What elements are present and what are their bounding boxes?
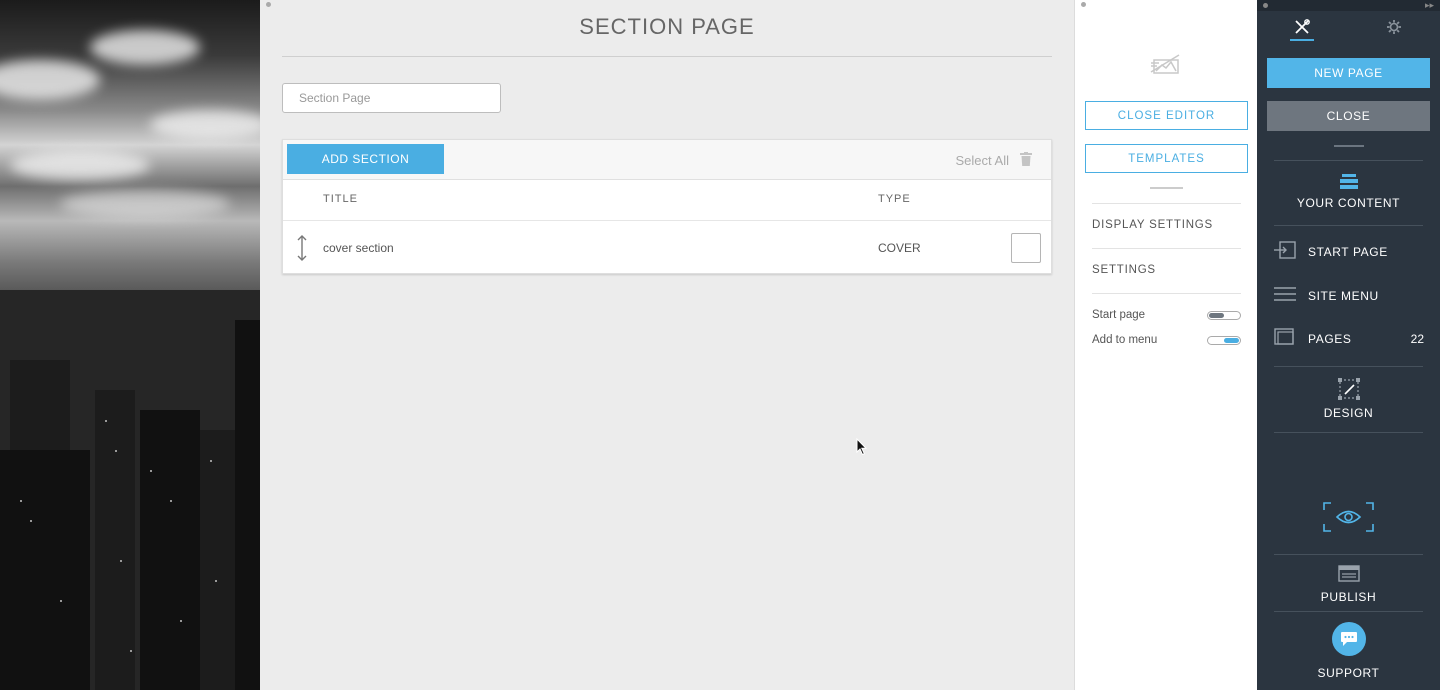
title-divider <box>282 56 1052 57</box>
background-photo <box>0 0 260 690</box>
app-sidebar: ▸▸ NEW PAGE CLOSE YOUR CONTENT START PAG… <box>1257 0 1440 690</box>
mouse-cursor-icon <box>856 438 868 456</box>
content-stack-icon <box>1340 174 1358 189</box>
divider <box>1274 366 1423 367</box>
start-page-icon <box>1274 241 1296 259</box>
display-settings-link[interactable]: DISPLAY SETTINGS <box>1092 219 1213 231</box>
pages-icon <box>1274 328 1294 345</box>
divider <box>1092 293 1241 294</box>
chat-bubble-icon <box>1341 632 1357 646</box>
design-label[interactable]: DESIGN <box>1257 406 1440 420</box>
templates-button[interactable]: TEMPLATES <box>1085 144 1248 173</box>
toggle-knob <box>1224 338 1239 343</box>
page-title: SECTION PAGE <box>579 14 755 39</box>
divider <box>1274 611 1423 612</box>
active-tab-indicator <box>1290 39 1314 41</box>
settings-link[interactable]: SETTINGS <box>1092 264 1156 276</box>
column-header-title: TITLE <box>323 193 358 205</box>
row-title[interactable]: cover section <box>323 241 394 255</box>
divider <box>1092 203 1241 204</box>
row-type: COVER <box>878 241 921 255</box>
divider <box>1274 554 1423 555</box>
image-edit-icon[interactable] <box>1149 52 1183 76</box>
add-section-button[interactable]: ADD SECTION <box>287 144 444 174</box>
column-header-type: TYPE <box>878 193 911 205</box>
sidebar-item-start-page[interactable]: START PAGE <box>1274 237 1424 265</box>
select-all-link[interactable]: Select All <box>956 153 1009 168</box>
header-divider <box>283 220 1051 221</box>
page-settings-panel: CLOSE EDITOR TEMPLATES DISPLAY SETTINGS … <box>1074 0 1257 690</box>
start-page-toggle[interactable] <box>1207 311 1241 320</box>
divider <box>1274 432 1423 433</box>
drag-handle-icon[interactable] <box>296 234 308 262</box>
section-page-editor: SECTION PAGE ADD SECTION Select All TITL… <box>260 0 1072 690</box>
design-icon <box>1338 378 1360 400</box>
resize-dot <box>1263 3 1268 8</box>
divider <box>1274 225 1423 226</box>
preview-eye-icon[interactable] <box>1323 502 1374 532</box>
resize-dot <box>266 2 271 7</box>
add-to-menu-toggle-label: Add to menu <box>1092 334 1158 346</box>
divider-dash <box>1334 145 1364 147</box>
tools-icon[interactable] <box>1293 18 1311 36</box>
divider <box>1274 160 1423 161</box>
page-name-input[interactable] <box>282 83 501 113</box>
add-to-menu-toggle[interactable] <box>1207 336 1241 345</box>
trash-icon[interactable] <box>1020 152 1032 166</box>
sidebar-topbar: ▸▸ <box>1257 0 1440 11</box>
sections-toolbar: ADD SECTION Select All <box>283 140 1051 180</box>
divider-dash <box>1150 187 1183 189</box>
close-button[interactable]: CLOSE <box>1267 101 1430 131</box>
pages-count: 22 <box>1410 332 1424 346</box>
start-page-toggle-label: Start page <box>1092 309 1146 321</box>
toggle-knob <box>1209 313 1224 318</box>
support-chat-button[interactable] <box>1332 622 1366 656</box>
sections-panel: ADD SECTION Select All TITLE TYPE cover … <box>282 139 1052 274</box>
close-editor-button[interactable]: CLOSE EDITOR <box>1085 101 1248 130</box>
your-content-label[interactable]: YOUR CONTENT <box>1257 196 1440 210</box>
divider <box>1092 248 1241 249</box>
support-label[interactable]: SUPPORT <box>1257 666 1440 680</box>
sidebar-item-pages[interactable]: PAGES 22 <box>1274 324 1424 352</box>
new-page-button[interactable]: NEW PAGE <box>1267 58 1430 88</box>
row-select-checkbox[interactable] <box>1011 233 1041 263</box>
publish-label[interactable]: PUBLISH <box>1257 590 1440 604</box>
sidebar-item-label: PAGES <box>1308 332 1352 346</box>
collapse-icon[interactable]: ▸▸ <box>1425 0 1434 11</box>
sidebar-item-site-menu[interactable]: SITE MENU <box>1274 281 1424 309</box>
sidebar-item-label: START PAGE <box>1308 245 1388 259</box>
publish-icon <box>1338 565 1360 582</box>
resize-dot <box>1081 2 1086 7</box>
sidebar-item-label: SITE MENU <box>1308 289 1379 303</box>
menu-icon <box>1274 287 1296 301</box>
gear-icon[interactable] <box>1385 18 1403 36</box>
